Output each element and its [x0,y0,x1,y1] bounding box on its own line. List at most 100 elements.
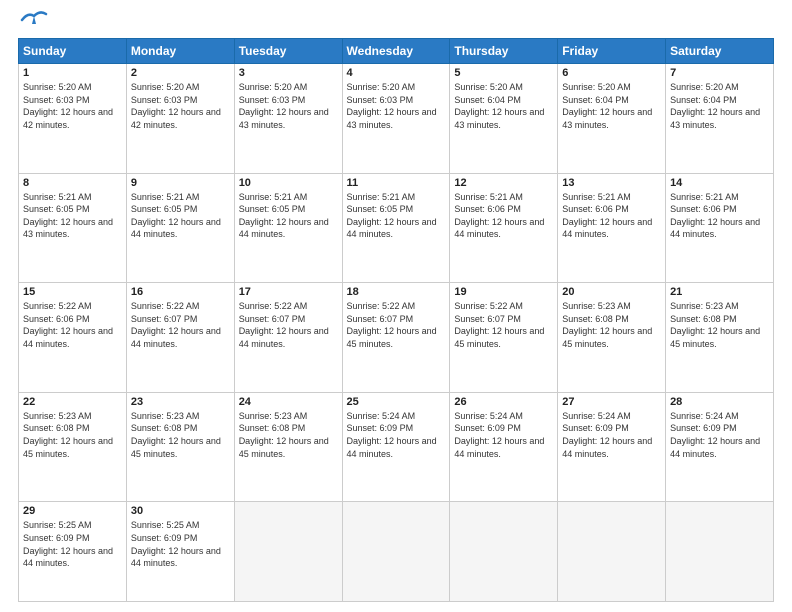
day-number: 11 [347,177,446,189]
day-number: 18 [347,286,446,298]
calendar-cell [234,502,342,602]
day-number: 28 [670,396,769,408]
calendar-cell [450,502,558,602]
day-info: Sunrise: 5:20 AMSunset: 6:04 PMDaylight:… [670,81,769,131]
calendar-cell: 4 Sunrise: 5:20 AMSunset: 6:03 PMDaylight… [342,64,450,174]
day-info: Sunrise: 5:20 AMSunset: 6:03 PMDaylight:… [347,81,446,131]
day-info: Sunrise: 5:21 AMSunset: 6:05 PMDaylight:… [347,191,446,241]
weekday-header: Monday [126,39,234,64]
calendar-cell: 12 Sunrise: 5:21 AMSunset: 6:06 PMDayligh… [450,173,558,283]
day-number: 4 [347,67,446,79]
day-info: Sunrise: 5:21 AMSunset: 6:05 PMDaylight:… [23,191,122,241]
day-number: 26 [454,396,553,408]
day-number: 1 [23,67,122,79]
calendar-cell: 16 Sunrise: 5:22 AMSunset: 6:07 PMDayligh… [126,283,234,393]
calendar-cell: 2 Sunrise: 5:20 AMSunset: 6:03 PMDaylight… [126,64,234,174]
day-number: 25 [347,396,446,408]
calendar-cell: 24 Sunrise: 5:23 AMSunset: 6:08 PMDayligh… [234,392,342,502]
day-number: 24 [239,396,338,408]
day-info: Sunrise: 5:23 AMSunset: 6:08 PMDaylight:… [131,410,230,460]
calendar-cell: 15 Sunrise: 5:22 AMSunset: 6:06 PMDayligh… [19,283,127,393]
day-info: Sunrise: 5:20 AMSunset: 6:03 PMDaylight:… [131,81,230,131]
day-info: Sunrise: 5:21 AMSunset: 6:06 PMDaylight:… [562,191,661,241]
calendar-cell: 14 Sunrise: 5:21 AMSunset: 6:06 PMDayligh… [666,173,774,283]
calendar-cell: 5Sunrise: 5:20 AMSunset: 6:04 PMDaylight… [450,64,558,174]
calendar-row: 22Sunrise: 5:23 AMSunset: 6:08 PMDayligh… [19,392,774,502]
day-number: 20 [562,286,661,298]
day-info: Sunrise: 5:22 AMSunset: 6:07 PMDaylight:… [131,300,230,350]
calendar-cell: 27Sunrise: 5:24 AMSunset: 6:09 PMDayligh… [558,392,666,502]
day-number: 9 [131,177,230,189]
calendar-cell: 20 Sunrise: 5:23 AMSunset: 6:08 PMDayligh… [558,283,666,393]
day-info: Sunrise: 5:24 AMSunset: 6:09 PMDaylight:… [347,410,446,460]
day-info: Sunrise: 5:22 AMSunset: 6:07 PMDaylight:… [347,300,446,350]
header [18,18,774,30]
day-info: Sunrise: 5:25 AMSunset: 6:09 PMDaylight:… [23,519,122,569]
calendar-cell [666,502,774,602]
logo-bird-icon [20,10,48,30]
day-number: 23 [131,396,230,408]
weekday-header: Saturday [666,39,774,64]
day-number: 14 [670,177,769,189]
calendar-cell: 13 Sunrise: 5:21 AMSunset: 6:06 PMDayligh… [558,173,666,283]
calendar-row: 8 Sunrise: 5:21 AMSunset: 6:05 PMDaylight… [19,173,774,283]
calendar-row: 15 Sunrise: 5:22 AMSunset: 6:06 PMDayligh… [19,283,774,393]
day-number: 15 [23,286,122,298]
calendar-cell: 18 Sunrise: 5:22 AMSunset: 6:07 PMDayligh… [342,283,450,393]
day-info: Sunrise: 5:21 AMSunset: 6:06 PMDaylight:… [454,191,553,241]
day-info: Sunrise: 5:21 AMSunset: 6:05 PMDaylight:… [239,191,338,241]
calendar-table: SundayMondayTuesdayWednesdayThursdayFrid… [18,38,774,602]
day-number: 19 [454,286,553,298]
day-number: 10 [239,177,338,189]
day-info: Sunrise: 5:20 AMSunset: 6:03 PMDaylight:… [23,81,122,131]
calendar-cell: 23 Sunrise: 5:23 AMSunset: 6:08 PMDayligh… [126,392,234,502]
weekday-header: Thursday [450,39,558,64]
day-info: Sunrise: 5:20 AMSunset: 6:04 PMDaylight:… [454,81,553,131]
calendar-cell: 8 Sunrise: 5:21 AMSunset: 6:05 PMDaylight… [19,173,127,283]
calendar-cell: 6 Sunrise: 5:20 AMSunset: 6:04 PMDaylight… [558,64,666,174]
day-info: Sunrise: 5:23 AMSunset: 6:08 PMDaylight:… [239,410,338,460]
calendar-cell: 30 Sunrise: 5:25 AMSunset: 6:09 PMDayligh… [126,502,234,602]
day-number: 13 [562,177,661,189]
day-number: 29 [23,505,122,517]
logo [18,18,48,30]
day-number: 6 [562,67,661,79]
day-info: Sunrise: 5:20 AMSunset: 6:04 PMDaylight:… [562,81,661,131]
calendar-cell: 19Sunrise: 5:22 AMSunset: 6:07 PMDayligh… [450,283,558,393]
day-info: Sunrise: 5:22 AMSunset: 6:06 PMDaylight:… [23,300,122,350]
day-info: Sunrise: 5:21 AMSunset: 6:06 PMDaylight:… [670,191,769,241]
calendar-cell: 1 Sunrise: 5:20 AMSunset: 6:03 PMDaylight… [19,64,127,174]
day-info: Sunrise: 5:23 AMSunset: 6:08 PMDaylight:… [670,300,769,350]
calendar-cell: 10 Sunrise: 5:21 AMSunset: 6:05 PMDayligh… [234,173,342,283]
day-number: 27 [562,396,661,408]
weekday-header: Sunday [19,39,127,64]
calendar-cell: 28 Sunrise: 5:24 AMSunset: 6:09 PMDayligh… [666,392,774,502]
calendar-row: 1 Sunrise: 5:20 AMSunset: 6:03 PMDaylight… [19,64,774,174]
day-number: 3 [239,67,338,79]
calendar-cell: 22Sunrise: 5:23 AMSunset: 6:08 PMDayligh… [19,392,127,502]
day-number: 21 [670,286,769,298]
day-info: Sunrise: 5:20 AMSunset: 6:03 PMDaylight:… [239,81,338,131]
day-number: 12 [454,177,553,189]
weekday-header: Friday [558,39,666,64]
day-number: 30 [131,505,230,517]
calendar-cell: 11 Sunrise: 5:21 AMSunset: 6:05 PMDayligh… [342,173,450,283]
day-info: Sunrise: 5:23 AMSunset: 6:08 PMDaylight:… [562,300,661,350]
day-info: Sunrise: 5:24 AMSunset: 6:09 PMDaylight:… [454,410,553,460]
page: SundayMondayTuesdayWednesdayThursdayFrid… [0,0,792,612]
day-info: Sunrise: 5:24 AMSunset: 6:09 PMDaylight:… [670,410,769,460]
day-info: Sunrise: 5:21 AMSunset: 6:05 PMDaylight:… [131,191,230,241]
day-number: 8 [23,177,122,189]
calendar-cell: 29 Sunrise: 5:25 AMSunset: 6:09 PMDayligh… [19,502,127,602]
day-info: Sunrise: 5:22 AMSunset: 6:07 PMDaylight:… [239,300,338,350]
day-number: 16 [131,286,230,298]
calendar-cell: 26 Sunrise: 5:24 AMSunset: 6:09 PMDayligh… [450,392,558,502]
calendar-cell: 3 Sunrise: 5:20 AMSunset: 6:03 PMDaylight… [234,64,342,174]
weekday-header-row: SundayMondayTuesdayWednesdayThursdayFrid… [19,39,774,64]
day-info: Sunrise: 5:25 AMSunset: 6:09 PMDaylight:… [131,519,230,569]
weekday-header: Tuesday [234,39,342,64]
day-number: 2 [131,67,230,79]
calendar-row: 29 Sunrise: 5:25 AMSunset: 6:09 PMDayligh… [19,502,774,602]
calendar-cell [558,502,666,602]
calendar-cell: 17Sunrise: 5:22 AMSunset: 6:07 PMDayligh… [234,283,342,393]
